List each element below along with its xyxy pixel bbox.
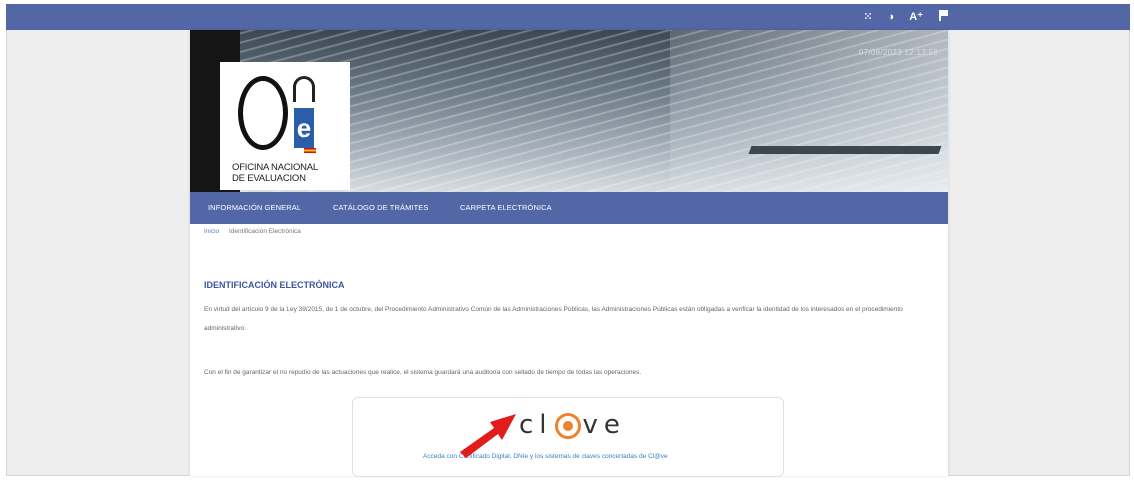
header-date: 07/08/2023 12:13:59 — [858, 48, 938, 57]
breadcrumb-current: Identificación Electrónica — [229, 228, 301, 235]
text-size-icon[interactable]: A⁺ — [909, 10, 923, 24]
nav-item-catalogo-de-tramites[interactable]: CATÁLOGO DE TRÁMITES — [333, 203, 429, 212]
red-arrow-annotation-icon — [460, 414, 516, 458]
clave-logo-right: ve — [582, 410, 626, 440]
clave-login-box[interactable]: cl ve Acceda con Certificado Digital, DNI… — [352, 397, 784, 477]
clave-logo[interactable]: cl ve — [519, 410, 626, 440]
logo-text-line1: OFICINA NACIONAL — [232, 162, 319, 173]
clave-logo-left: cl — [519, 410, 553, 440]
spain-flag-icon — [304, 148, 316, 153]
logo-letter-n — [293, 76, 315, 102]
main-nav: INFORMACIÓN GENERAL CATÁLOGO DE TRÁMITES… — [190, 192, 948, 224]
page-container: 07/08/2023 12:13:59 e OFICINA NACIONAL D… — [190, 30, 948, 477]
flag-icon[interactable] — [938, 10, 948, 21]
audit-paragraph: Con el fin de garantizar el no repudio d… — [204, 369, 642, 376]
contrast-icon[interactable]: ◑ — [888, 10, 895, 24]
nav-item-informacion-general[interactable]: INFORMACIÓN GENERAL — [208, 203, 301, 212]
nav-item-carpeta-electronica[interactable]: CARPETA ELECTRÓNICA — [460, 203, 552, 212]
accessibility-tools: ⁙ ◑ A⁺ — [863, 10, 948, 24]
banner-table — [748, 146, 942, 154]
breadcrumb-home-link[interactable]: Inicio — [204, 228, 219, 235]
logo-letter-e: e — [294, 108, 314, 148]
intro-paragraph: En virtud del artículo 9 de la Ley 39/20… — [204, 306, 903, 332]
clave-at-icon — [554, 412, 581, 439]
one-logo[interactable]: e OFICINA NACIONAL DE EVALUACION — [220, 62, 350, 190]
sitemap-icon[interactable]: ⁙ — [863, 10, 872, 24]
top-utility-bar: ⁙ ◑ A⁺ — [6, 4, 1130, 30]
breadcrumb: Inicio Identificación Electrónica — [204, 228, 301, 235]
logo-text: OFICINA NACIONAL DE EVALUACION — [232, 162, 348, 184]
logo-text-line2: DE EVALUACION — [232, 173, 306, 184]
logo-letter-o — [238, 76, 288, 150]
page-title: IDENTIFICACIÓN ELECTRÓNICA — [204, 280, 345, 290]
